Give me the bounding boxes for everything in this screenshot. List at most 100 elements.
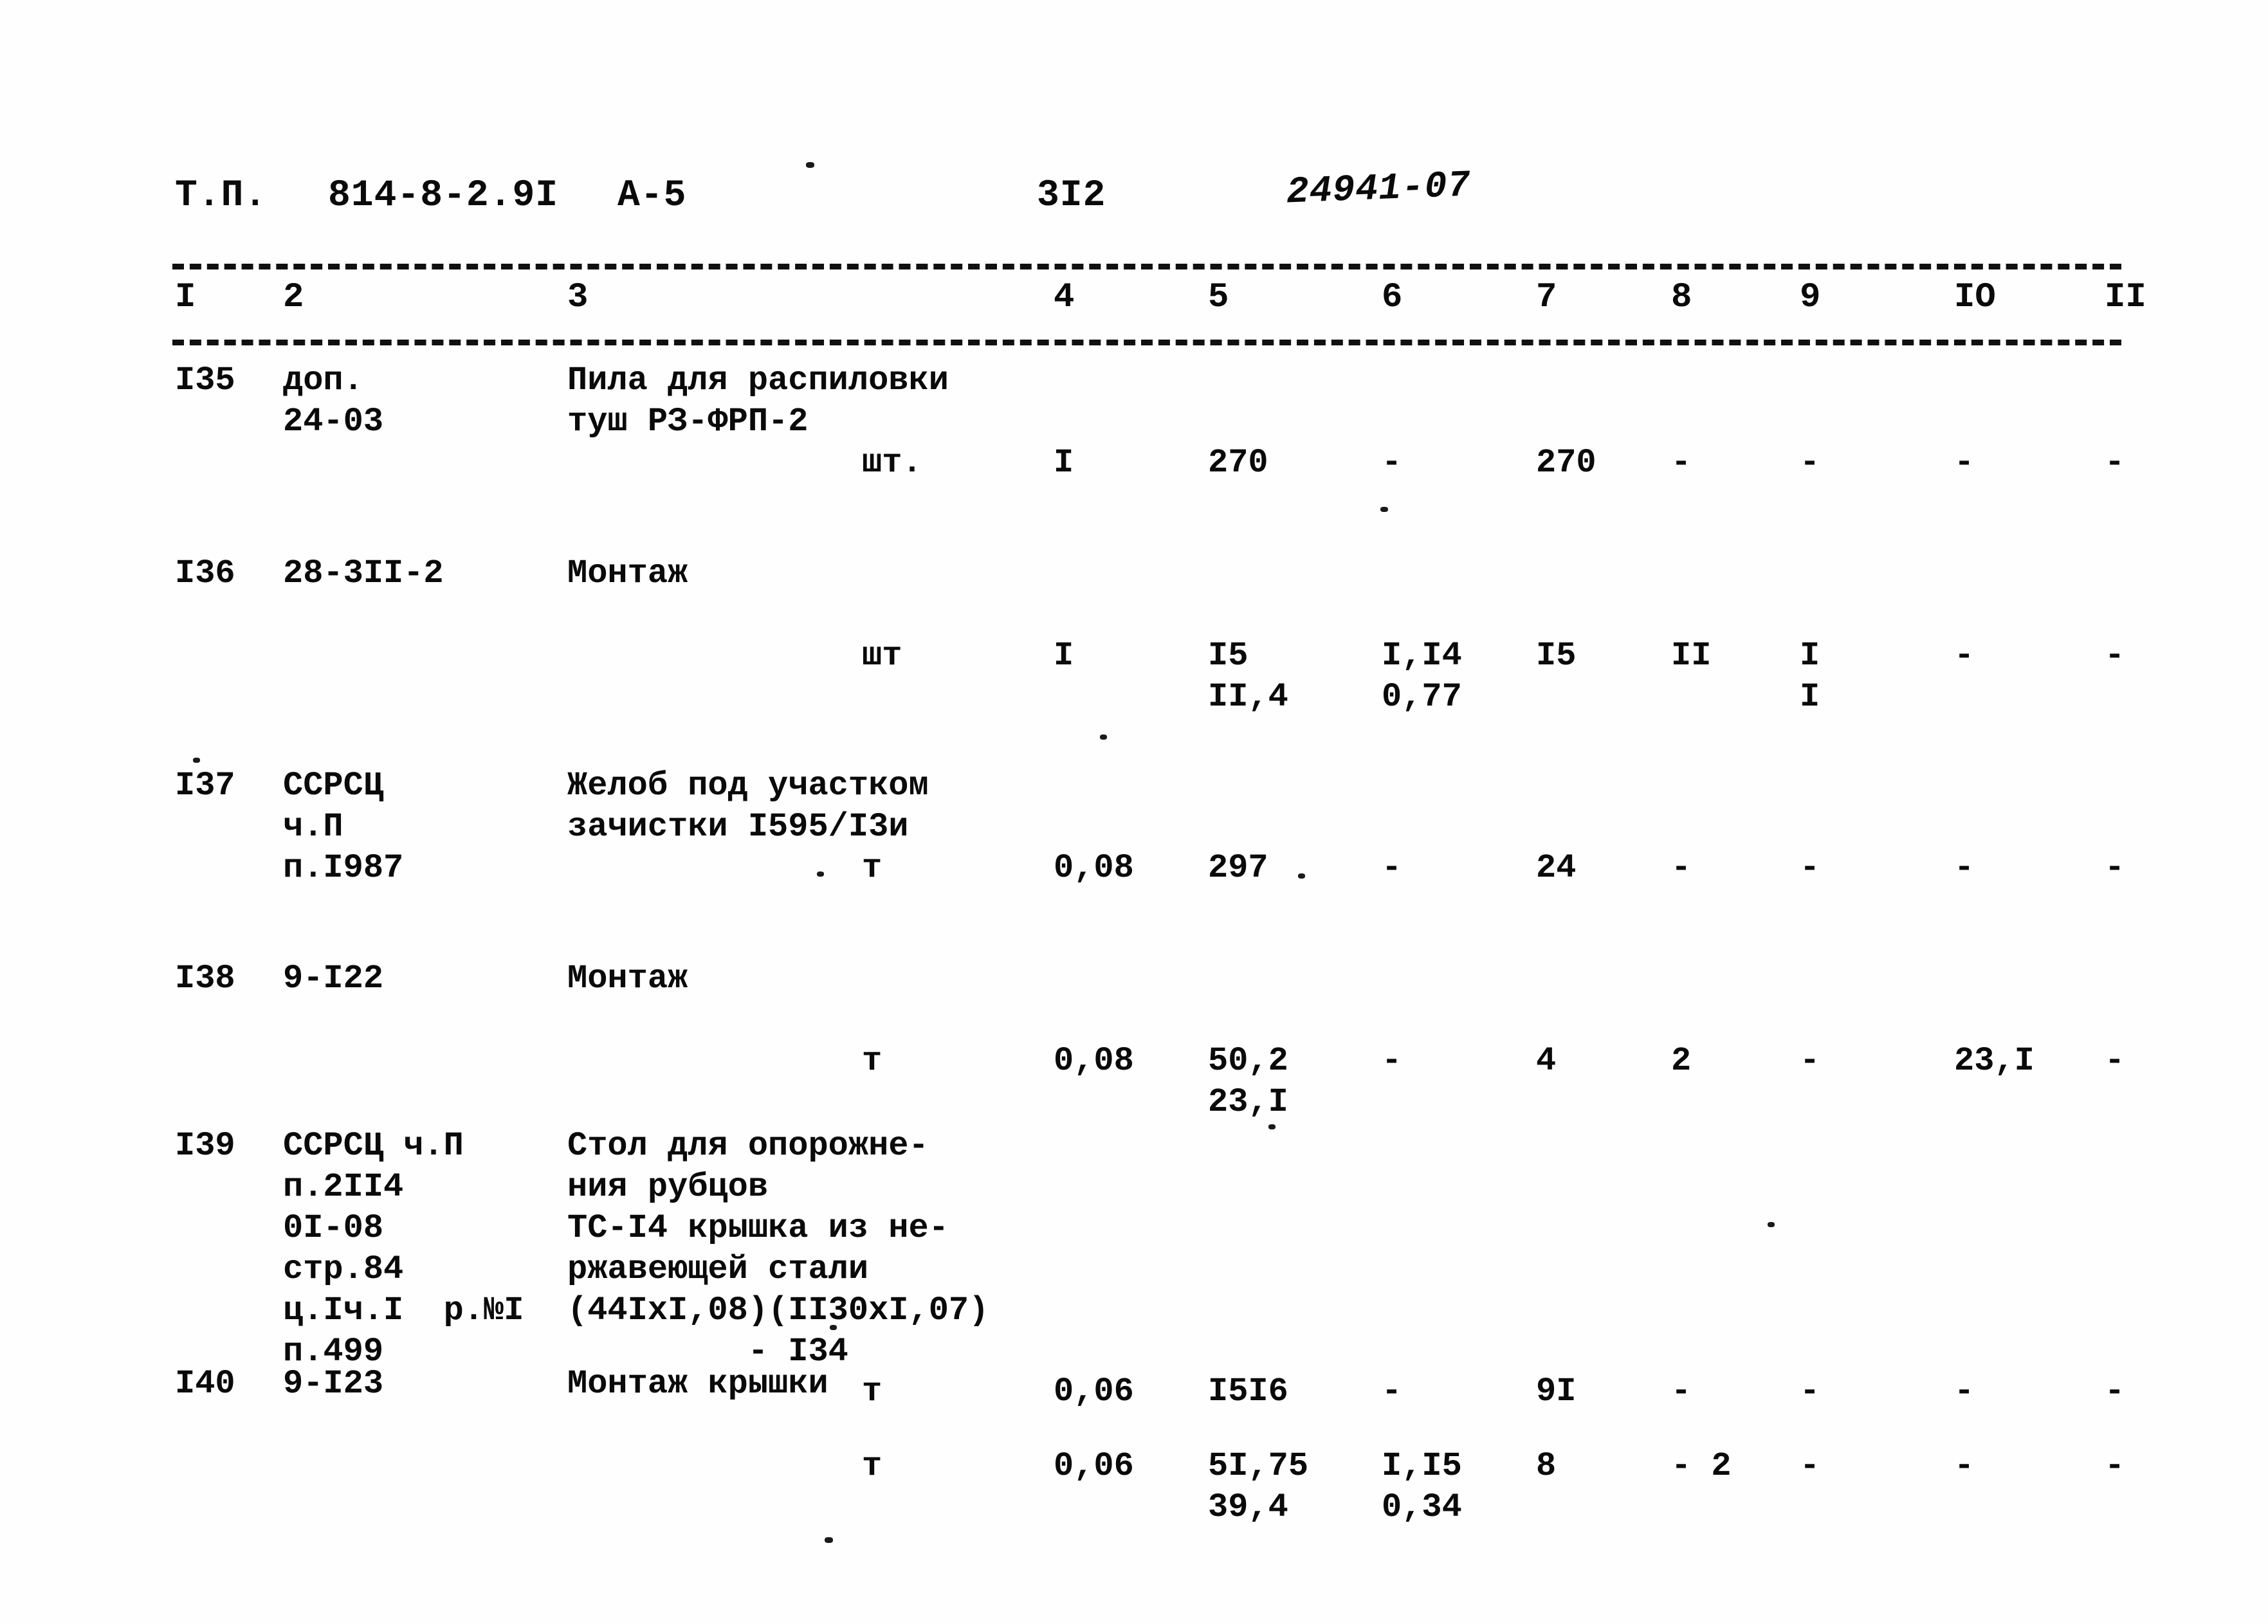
scan-speck [1268,1124,1276,1129]
document-page: Т.П. 814-8-2.9I А-5 3I2 24941-07 I 2 3 4 5 6 7… [0,0,2268,1624]
row-col6-value: I,I4 0,77 [1382,637,1462,716]
sheet-code-label: А-5 [617,175,687,217]
row-col9-value: - [1800,444,1820,482]
row-number: I38 [175,960,235,998]
row-col5-value: 270 [1208,444,1268,482]
row-col6-value: I,I5 0,34 [1382,1447,1462,1526]
row-col11-value: - [2105,637,2125,675]
row-col11-value: - [2105,1373,2125,1410]
row-col7-value: 270 [1536,444,1596,482]
scan-speck [806,162,814,168]
row-reference-code: ССРСЦ ч.П п.2II4 0I-08 стр.84 ц.Iч.I р.№… [283,1127,524,1371]
row-number: I35 [175,361,235,399]
row-col11-value: - [2105,849,2125,887]
row-number: I40 [175,1365,235,1403]
row-col6-value: - [1382,444,1402,482]
row-quantity: 0,06 [1054,1373,1134,1410]
row-col8-value: 2 [1671,1042,1692,1080]
row-col8-value: - [1671,444,1692,482]
row-description: Стол для опорожне- ния рубцов ТС-I4 крыш… [567,1127,989,1371]
row-description: Монтаж [567,554,688,592]
row-unit: шт. [862,444,922,482]
row-number: I36 [175,554,235,592]
row-quantity: 0,08 [1054,1042,1134,1080]
row-col7-value: 9I [1536,1373,1577,1410]
column-header-6: 6 [1382,278,1403,317]
row-col6-value: - [1382,1373,1402,1410]
row-col8-value: - [1671,1373,1692,1410]
scan-speck [1380,507,1388,512]
row-number: I39 [175,1127,235,1165]
page-number: 3I2 [1037,175,1106,217]
row-col7-value: 24 [1536,849,1577,887]
row-col6-value: - [1382,849,1402,887]
row-col9-value: I I [1800,637,1820,716]
row-reference-code: 9-I23 [283,1365,384,1403]
row-col9-value: - [1800,849,1820,887]
column-header-4: 4 [1054,278,1075,317]
scan-speck [1100,734,1107,740]
row-col10-value: - [1954,1373,1975,1410]
column-header-7: 7 [1536,278,1557,317]
document-header: Т.П. 814-8-2.9I А-5 3I2 24941-07 [0,165,2268,226]
column-header-10: IO [1954,278,1996,317]
row-col10-value: - [1954,1447,1975,1485]
row-col9-value: - [1800,1447,1820,1485]
table-top-rule [172,264,2121,269]
scan-speck [817,871,824,877]
row-col6-value: - [1382,1042,1402,1080]
column-header-9: 9 [1800,278,1821,317]
column-header-row: I 2 3 4 5 6 7 8 9 IO II [0,278,2268,329]
row-reference-code: ССРСЦ ч.П п.I987 [283,767,404,887]
row-col5-value: I5 II,4 [1208,637,1288,716]
row-col5-value: 5I,75 39,4 [1208,1447,1309,1526]
row-col7-value: I5 [1536,637,1577,675]
column-header-5: 5 [1208,278,1229,317]
row-col7-value: 8 [1536,1447,1557,1485]
row-col11-value: - [2105,444,2125,482]
row-col10-value: 23,I [1954,1042,2035,1080]
scan-speck [825,1537,833,1543]
row-unit: т [862,1373,883,1410]
row-col11-value: - [2105,1042,2125,1080]
doc-code-label: 814-8-2.9I [328,175,559,217]
row-unit: т [862,1447,883,1485]
row-col11-value: - [2105,1447,2125,1485]
row-col7-value: 4 [1536,1042,1557,1080]
row-col9-value: - [1800,1373,1820,1410]
row-description: Монтаж крышки [567,1365,828,1403]
scan-speck [193,758,200,763]
column-header-2: 2 [283,278,304,317]
row-quantity: 0,08 [1054,849,1134,887]
row-reference-code: доп. 24-03 [283,361,384,441]
row-unit: шт [862,637,902,675]
column-header-1: I [175,278,196,317]
handwritten-stamp: 24941-07 [1285,165,1472,214]
column-header-11: II [2105,278,2146,317]
row-description: Желоб под участком зачистки I595/I3и [567,767,929,846]
scan-speck [830,1325,837,1330]
column-header-8: 8 [1671,278,1692,317]
row-col10-value: - [1954,444,1975,482]
row-quantity: I [1054,444,1074,482]
row-col8-value: - 2 [1671,1447,1732,1485]
row-description: Монтаж [567,960,688,998]
scan-speck [1768,1222,1775,1227]
row-col10-value: - [1954,637,1975,675]
row-quantity: 0,06 [1054,1447,1134,1485]
row-col10-value: - [1954,849,1975,887]
doc-type-label: Т.П. [175,175,268,217]
row-reference-code: 28-3II-2 [283,554,444,592]
row-col9-value: - [1800,1042,1820,1080]
row-col8-value: II [1671,637,1712,675]
row-unit: т [862,849,883,887]
row-description: Пила для распиловки туш РЗ-ФРП-2 [567,361,949,441]
row-col5-value: I5I6 [1208,1373,1288,1410]
row-unit: т [862,1042,883,1080]
row-col5-value: 297 [1208,849,1268,887]
row-reference-code: 9-I22 [283,960,384,998]
row-quantity: I [1054,637,1074,675]
scan-speck [1298,873,1305,879]
row-col5-value: 50,2 23,I [1208,1042,1288,1121]
table-header-rule [172,340,2121,345]
